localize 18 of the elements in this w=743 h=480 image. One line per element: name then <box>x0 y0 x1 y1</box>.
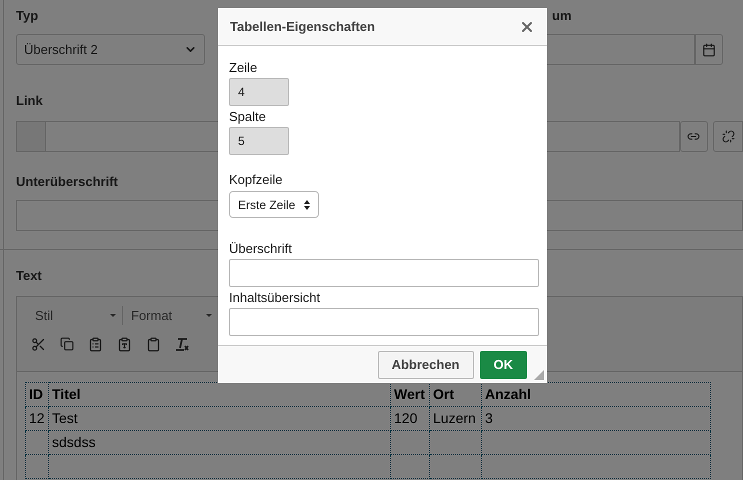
table-cell: 12 <box>26 406 48 430</box>
field-label: Überschrift <box>229 241 293 257</box>
field-label: Link <box>16 92 43 110</box>
table-cell: Luzern <box>430 406 482 430</box>
field-label: Kopfzeile <box>229 172 284 188</box>
field-label: Typ <box>16 7 40 25</box>
table-cell: Test <box>48 406 390 430</box>
field-label: Text <box>16 267 42 285</box>
field-label: Inhaltsübersicht <box>229 290 322 306</box>
field-label: Unterüberschrift <box>16 172 118 190</box>
field-label: um <box>551 7 572 25</box>
field-label: Spalte <box>229 109 267 125</box>
table-cell: 120 <box>390 406 430 430</box>
dialog-title: Tabellen-Eigenschaften <box>230 18 375 36</box>
table-header-cell: ID <box>26 382 48 406</box>
field-label: Zeile <box>229 60 258 76</box>
table-cell: 3 <box>482 406 710 430</box>
table-cell: sdsdss <box>48 430 390 454</box>
